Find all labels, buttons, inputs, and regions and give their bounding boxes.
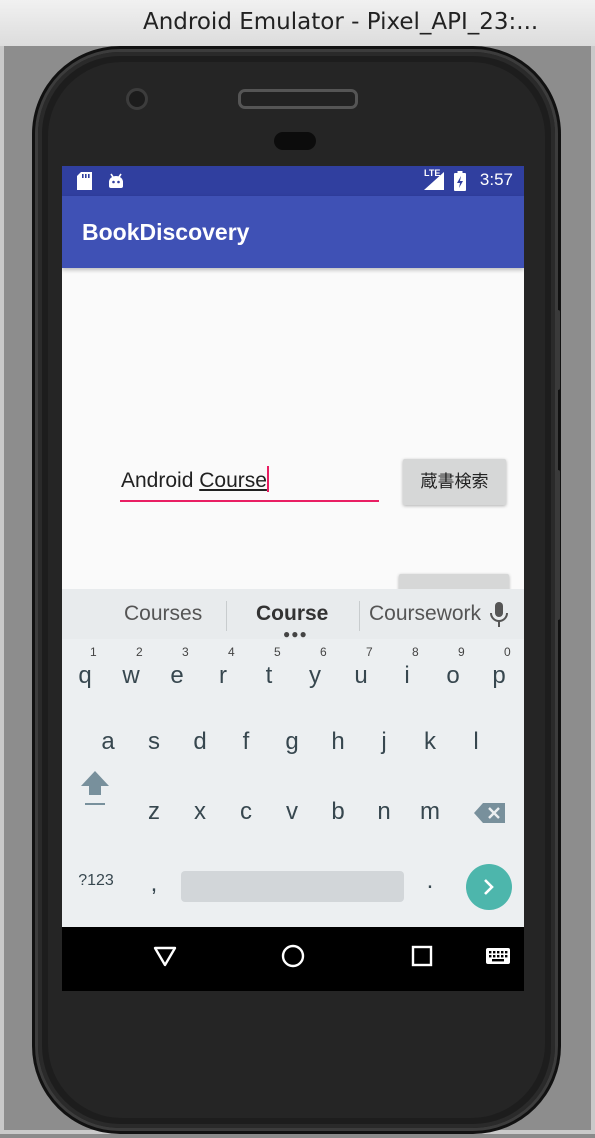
key-u[interactable]: 7u	[339, 645, 383, 706]
key-g[interactable]: g	[270, 712, 314, 772]
text-cursor	[266, 466, 269, 492]
proximity-sensor	[274, 132, 316, 150]
front-camera	[126, 88, 148, 110]
status-bar: LTE 3:57	[62, 166, 524, 196]
app-bar: BookDiscovery	[62, 196, 524, 268]
suggestion-divider	[226, 601, 227, 631]
key-o[interactable]: 9o	[431, 645, 475, 706]
recents-square-icon[interactable]	[409, 943, 435, 969]
comma-key[interactable]: ,	[132, 854, 176, 914]
key-s[interactable]: s	[132, 712, 176, 772]
search-input-text: Android Course	[121, 466, 269, 493]
volume-button[interactable]	[555, 310, 560, 390]
key-w[interactable]: 2w	[109, 645, 153, 706]
key-p[interactable]: 0p	[477, 645, 521, 706]
suggestion-strip: Courses Course ●●● Coursework	[62, 589, 524, 641]
key-y[interactable]: 6y	[293, 645, 337, 706]
emulator-title-bar: Android Emulator - Pixel_API_23:...	[0, 0, 595, 47]
key-f[interactable]: f	[224, 712, 268, 772]
key-d[interactable]: d	[178, 712, 222, 772]
key-z[interactable]: z	[132, 782, 176, 842]
key-i[interactable]: 8i	[385, 645, 429, 706]
key-b[interactable]: b	[316, 782, 360, 842]
chevron-right-icon	[484, 879, 494, 895]
home-circle-icon[interactable]	[280, 943, 306, 969]
navigation-bar	[62, 927, 524, 991]
more-suggestions-indicator: ●●●	[283, 627, 308, 641]
key-a[interactable]: a	[86, 712, 130, 772]
earpiece-speaker	[238, 89, 358, 109]
key-l[interactable]: l	[454, 712, 498, 772]
signal-icon	[424, 172, 444, 190]
backspace-icon[interactable]	[473, 802, 507, 824]
key-j[interactable]: j	[362, 712, 406, 772]
key-n[interactable]: n	[362, 782, 406, 842]
key-k[interactable]: k	[408, 712, 452, 772]
suggestion-item[interactable]: Coursework	[369, 602, 481, 626]
suggestion-divider	[359, 601, 360, 631]
period-key[interactable]: .	[408, 851, 452, 911]
microphone-icon[interactable]	[490, 602, 508, 628]
keyboard-switch-icon[interactable]	[485, 947, 511, 967]
key-e[interactable]: 3e	[155, 645, 199, 706]
soft-keyboard: Courses Course ●●● Coursework 1q 2w 3e 4…	[62, 589, 524, 927]
suggestion-item[interactable]: Courses	[124, 602, 202, 626]
status-time: 3:57	[479, 170, 513, 189]
symbols-key[interactable]: ?123	[70, 851, 122, 911]
android-debug-icon	[109, 173, 123, 188]
search-input-plain-text: Android	[121, 469, 200, 492]
key-c[interactable]: c	[224, 782, 268, 842]
key-m[interactable]: m	[408, 782, 452, 842]
key-h[interactable]: h	[316, 712, 360, 772]
battery-charging-icon	[454, 171, 466, 191]
key-x[interactable]: x	[178, 782, 222, 842]
shift-icon[interactable]	[79, 769, 111, 807]
space-key[interactable]	[181, 871, 404, 902]
suggestion-item-primary[interactable]: Course	[256, 602, 328, 626]
search-input[interactable]: Android Course	[120, 462, 379, 502]
key-q[interactable]: 1q	[63, 645, 107, 706]
back-triangle-icon[interactable]	[152, 943, 178, 969]
device-screen: LTE 3:57 BookDiscovery Android Course 蔵書…	[62, 166, 524, 991]
power-button[interactable]	[555, 470, 560, 620]
key-r[interactable]: 4r	[201, 645, 245, 706]
search-input-composing-text: Course	[199, 469, 267, 492]
window-title: Android Emulator - Pixel_API_23:...	[143, 9, 539, 35]
search-books-button[interactable]: 蔵書検索	[403, 459, 506, 505]
key-t[interactable]: 5t	[247, 645, 291, 706]
key-v[interactable]: v	[270, 782, 314, 842]
sd-card-icon	[77, 172, 92, 190]
app-title: BookDiscovery	[82, 219, 250, 245]
enter-key[interactable]	[466, 864, 512, 910]
